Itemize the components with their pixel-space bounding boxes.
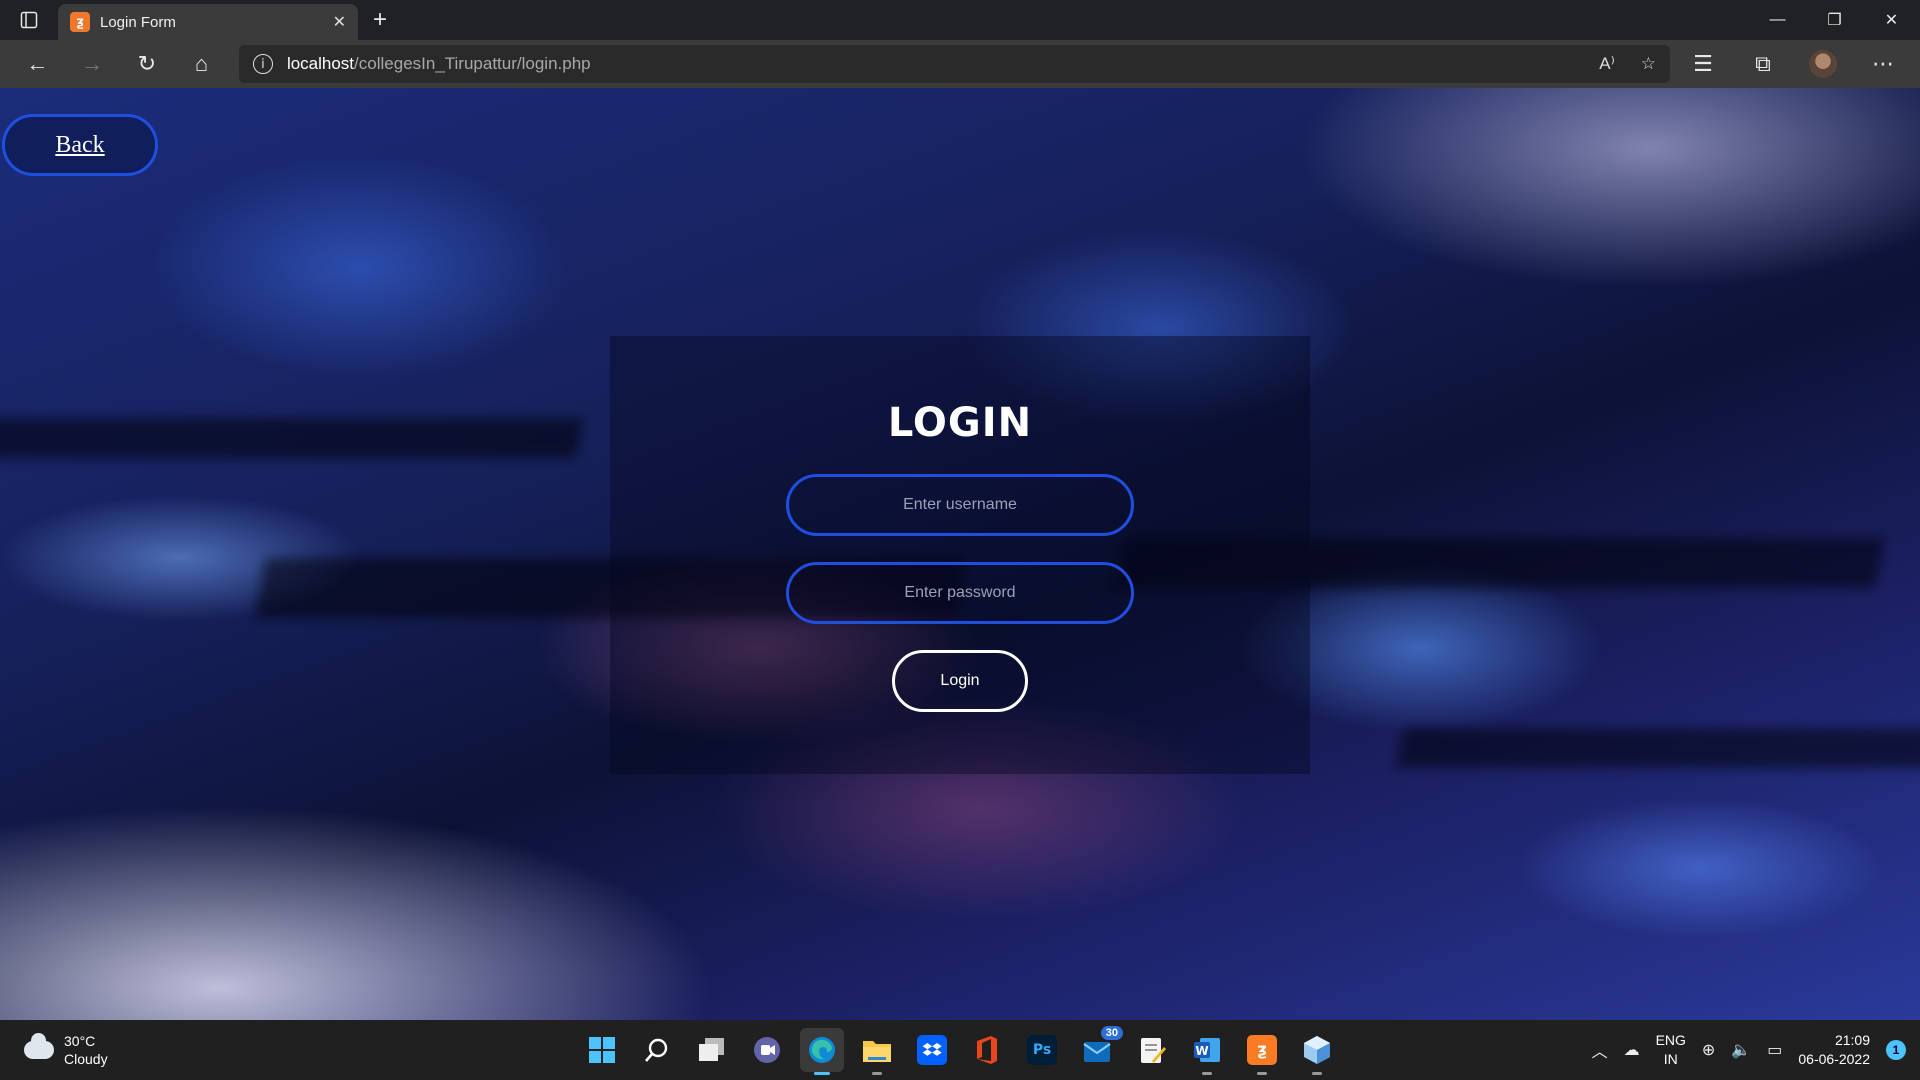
password-input[interactable] — [786, 562, 1134, 624]
clock-date: 06-06-2022 — [1798, 1051, 1870, 1067]
notepad-icon[interactable] — [1130, 1028, 1174, 1072]
close-window-icon[interactable]: ✕ — [1863, 0, 1920, 40]
username-input[interactable] — [786, 474, 1134, 536]
taskbar: 30°C Cloudy Ps 30 W ƺ ︿ ☁ ENG IN ⊕ 🔈 ▭ 2… — [0, 1020, 1920, 1080]
forward-arrow-icon[interactable]: → — [65, 44, 120, 84]
favorites-icon[interactable]: ☰ — [1676, 44, 1730, 84]
word-icon[interactable]: W — [1185, 1028, 1229, 1075]
address-bar-actions: A⁾ ☆ — [1599, 54, 1656, 74]
toolbar-right: ☰ ⧉ ⋯ — [1676, 44, 1910, 84]
running-indicator — [872, 1072, 882, 1075]
login-card: LOGIN Login — [610, 336, 1310, 774]
back-button[interactable]: Back — [2, 114, 158, 176]
running-indicator — [1202, 1072, 1212, 1075]
photoshop-icon[interactable]: Ps — [1020, 1028, 1064, 1072]
avatar — [1809, 50, 1838, 78]
collections-icon[interactable]: ⧉ — [1736, 44, 1790, 84]
window-controls: — ❐ ✕ — [1749, 0, 1920, 40]
read-aloud-icon[interactable]: A⁾ — [1599, 54, 1615, 74]
refresh-icon[interactable]: ↻ — [119, 44, 174, 84]
teams-chat-icon[interactable] — [745, 1028, 789, 1072]
system-tray: ︿ ☁ ENG IN ⊕ 🔈 ▭ 21:09 06-06-2022 1 — [1592, 1020, 1906, 1080]
svg-text:W: W — [1195, 1044, 1208, 1058]
photoshop-logo: Ps — [1027, 1035, 1057, 1065]
running-indicator — [1312, 1072, 1322, 1075]
mail-icon[interactable]: 30 — [1075, 1026, 1123, 1072]
virtualbox-icon[interactable] — [1295, 1028, 1339, 1075]
notification-badge[interactable]: 1 — [1886, 1040, 1906, 1060]
new-tab-button[interactable]: + — [358, 0, 402, 40]
weather-desc: Cloudy — [64, 1051, 108, 1067]
tab-actions-icon[interactable] — [0, 0, 58, 40]
battery-icon[interactable]: ▭ — [1767, 1040, 1782, 1060]
dropbox-icon[interactable] — [910, 1028, 954, 1072]
active-indicator — [814, 1072, 830, 1075]
taskbar-apps: Ps 30 W ƺ — [580, 1020, 1339, 1080]
browser-nav-bar: ← → ↻ ⌂ i localhost/collegesIn_Tirupattu… — [0, 40, 1920, 88]
url-text[interactable]: localhost/collegesIn_Tirupattur/login.ph… — [287, 54, 591, 74]
volume-icon[interactable]: 🔈 — [1731, 1040, 1751, 1060]
office-icon[interactable] — [965, 1028, 1009, 1072]
url-host: localhost — [286, 54, 355, 73]
background-key-shadow — [0, 418, 584, 458]
onedrive-icon[interactable]: ☁ — [1624, 1040, 1640, 1060]
xampp-logo: ƺ — [1247, 1035, 1277, 1065]
chevron-up-icon[interactable]: ︿ — [1592, 1038, 1608, 1062]
close-tab-icon[interactable]: ✕ — [333, 12, 346, 32]
language-indicator[interactable]: ENG IN — [1656, 1031, 1686, 1069]
browser-tab-bar: ƺ Login Form ✕ + — ❐ ✕ — [0, 0, 1920, 40]
running-indicator — [1257, 1072, 1267, 1075]
region-code: IN — [1663, 1051, 1678, 1067]
xampp-favicon-icon: ƺ — [70, 12, 90, 32]
tab-title: Login Form — [100, 13, 176, 31]
back-arrow-icon[interactable]: ← — [10, 44, 65, 84]
weather-temp: 30°C — [64, 1033, 96, 1049]
background-key-shadow — [1396, 728, 1920, 768]
clock[interactable]: 21:09 06-06-2022 — [1798, 1031, 1870, 1069]
address-bar[interactable]: i localhost/collegesIn_Tirupattur/login.… — [238, 45, 1671, 83]
restore-icon[interactable]: ❐ — [1806, 0, 1863, 40]
weather-widget[interactable]: 30°C Cloudy — [24, 1032, 108, 1068]
language-code: ENG — [1655, 1032, 1686, 1048]
clock-time: 21:09 — [1834, 1032, 1870, 1048]
login-title: LOGIN — [887, 400, 1033, 446]
edge-icon[interactable] — [800, 1028, 844, 1075]
page-viewport: Back LOGIN Login — [0, 88, 1920, 1020]
home-icon[interactable]: ⌂ — [174, 44, 229, 84]
profile-avatar[interactable] — [1796, 44, 1850, 84]
tab-login-form[interactable]: ƺ Login Form ✕ — [58, 4, 358, 40]
more-menu-icon[interactable]: ⋯ — [1856, 44, 1910, 84]
mail-badge: 30 — [1100, 1026, 1123, 1040]
cloud-icon — [24, 1033, 54, 1059]
file-explorer-icon[interactable] — [855, 1028, 899, 1075]
login-button[interactable]: Login — [892, 650, 1028, 712]
site-info-icon[interactable]: i — [252, 54, 273, 74]
xampp-icon[interactable]: ƺ — [1240, 1028, 1284, 1075]
minimize-icon[interactable]: — — [1749, 0, 1806, 40]
start-icon[interactable] — [580, 1028, 624, 1072]
url-path: /collegesIn_Tirupattur/login.php — [354, 54, 591, 73]
search-icon[interactable] — [635, 1028, 679, 1072]
task-view-icon[interactable] — [690, 1028, 734, 1072]
network-globe-icon[interactable]: ⊕ — [1702, 1040, 1715, 1060]
add-favorite-icon[interactable]: ☆ — [1641, 54, 1656, 74]
